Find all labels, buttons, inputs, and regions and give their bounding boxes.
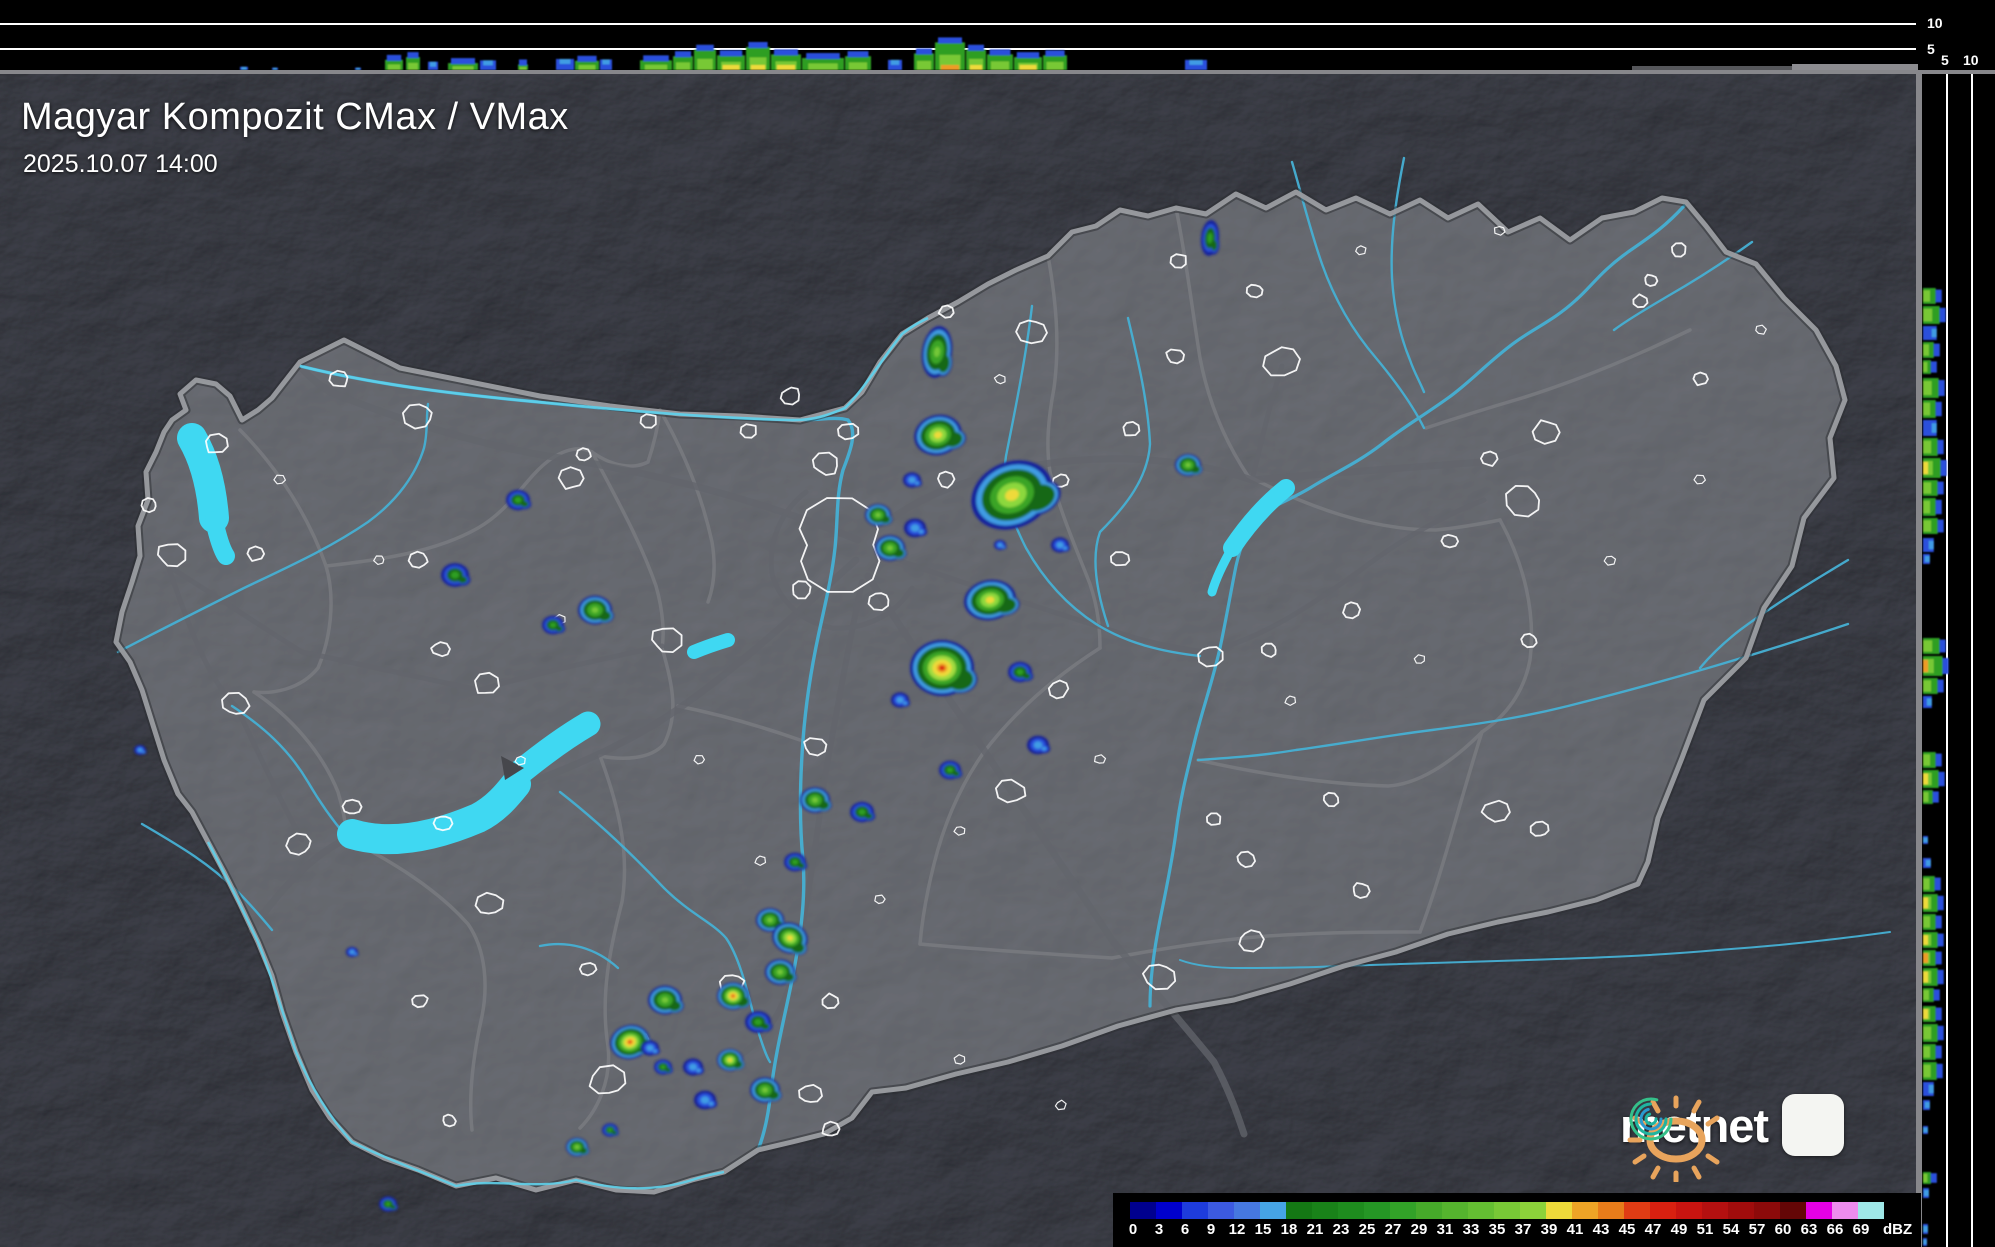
legend-cell xyxy=(1208,1202,1234,1219)
legend-tick-label: 57 xyxy=(1748,1221,1766,1238)
top-strip-axis-label-5km: 5 xyxy=(1927,41,1935,57)
legend-tick-label: 69 xyxy=(1852,1221,1870,1238)
legend-cell xyxy=(1520,1202,1546,1219)
legend-tick-label: 31 xyxy=(1436,1221,1454,1238)
top-strip-divider xyxy=(0,70,1995,74)
legend-cell xyxy=(1546,1202,1572,1219)
legend-cell xyxy=(1286,1202,1312,1219)
legend-cell xyxy=(1754,1202,1780,1219)
legend-cell xyxy=(1390,1202,1416,1219)
legend-tick-label: 29 xyxy=(1410,1221,1428,1238)
legend-tick-label: 45 xyxy=(1618,1221,1636,1238)
legend-cell xyxy=(1832,1202,1858,1219)
legend-cell xyxy=(1572,1202,1598,1219)
legend-tick-label: 25 xyxy=(1358,1221,1376,1238)
legend-tick-label: 41 xyxy=(1566,1221,1584,1238)
metnet-app-icon xyxy=(1629,1094,1845,1156)
legend-cell xyxy=(1494,1202,1520,1219)
legend-tick-label: 51 xyxy=(1696,1221,1714,1238)
legend-unit-label: dBZ xyxy=(1883,1221,1913,1238)
legend-cell xyxy=(1416,1202,1442,1219)
corner-axis-box xyxy=(1922,0,1995,70)
right-strip-divider xyxy=(1916,70,1922,1247)
legend-cell xyxy=(1156,1202,1182,1219)
radar-composite-image: Magyar Kompozit CMax / VMax 2025.10.07 1… xyxy=(0,0,1995,1247)
legend-tick-label: 0 xyxy=(1128,1221,1138,1238)
legend-cell xyxy=(1338,1202,1364,1219)
dbz-legend: 0 3 6 9 12 15 18 21 23 25 27 29 31 33 35 37 39 41 43 45 47 49… xyxy=(1113,1193,1921,1247)
legend-tick-label: 66 xyxy=(1826,1221,1844,1238)
timestamp: 2025.10.07 14:00 xyxy=(23,150,218,178)
legend-tick-label: 18 xyxy=(1280,1221,1298,1238)
legend-tick-label: 3 xyxy=(1154,1221,1164,1238)
legend-cell xyxy=(1650,1202,1676,1219)
top-strip-axis-label-10km: 10 xyxy=(1927,15,1943,31)
page-title: Magyar Kompozit CMax / VMax xyxy=(21,96,569,138)
legend-tick-label: 6 xyxy=(1180,1221,1190,1238)
legend-tick-label: 23 xyxy=(1332,1221,1350,1238)
legend-tick-label: 39 xyxy=(1540,1221,1558,1238)
legend-cell xyxy=(1598,1202,1624,1219)
legend-tick-label: 49 xyxy=(1670,1221,1688,1238)
legend-cell xyxy=(1364,1202,1390,1219)
legend-tick-label: 47 xyxy=(1644,1221,1662,1238)
legend-cell xyxy=(1312,1202,1338,1219)
map-canvas xyxy=(0,0,1995,1247)
legend-tick-label: 60 xyxy=(1774,1221,1792,1238)
legend-tick-label: 12 xyxy=(1228,1221,1246,1238)
legend-cell xyxy=(1858,1202,1884,1219)
legend-cell xyxy=(1442,1202,1468,1219)
lake-ferto-tail xyxy=(205,511,235,565)
legend-cell xyxy=(1468,1202,1494,1219)
legend-tick-label: 37 xyxy=(1514,1221,1532,1238)
legend-tick-label: 33 xyxy=(1462,1221,1480,1238)
dbz-colorbar xyxy=(1130,1202,1884,1219)
legend-cell xyxy=(1780,1202,1806,1219)
right-strip-axis-label-10km: 10 xyxy=(1963,52,1979,68)
legend-tick-label: 15 xyxy=(1254,1221,1272,1238)
legend-tick-label: 35 xyxy=(1488,1221,1506,1238)
legend-cell xyxy=(1702,1202,1728,1219)
metnet-logo: metnet xyxy=(1620,1094,1845,1182)
top-strip-baseline-segment2 xyxy=(1792,64,1918,70)
legend-tick-label: 9 xyxy=(1206,1221,1216,1238)
legend-cell xyxy=(1676,1202,1702,1219)
right-strip-axis-label-5km: 5 xyxy=(1941,52,1949,68)
legend-tick-label: 54 xyxy=(1722,1221,1740,1238)
legend-tick-label: 63 xyxy=(1800,1221,1818,1238)
legend-cell xyxy=(1260,1202,1286,1219)
legend-tick-label: 27 xyxy=(1384,1221,1402,1238)
top-strip-baseline-segment xyxy=(1632,66,1792,70)
legend-tick-label: 21 xyxy=(1306,1221,1324,1238)
legend-cell xyxy=(1130,1202,1156,1219)
legend-cell xyxy=(1624,1202,1650,1219)
legend-cell xyxy=(1234,1202,1260,1219)
legend-cell xyxy=(1806,1202,1832,1219)
legend-cell xyxy=(1728,1202,1754,1219)
legend-tick-label: 43 xyxy=(1592,1221,1610,1238)
legend-cell xyxy=(1182,1202,1208,1219)
